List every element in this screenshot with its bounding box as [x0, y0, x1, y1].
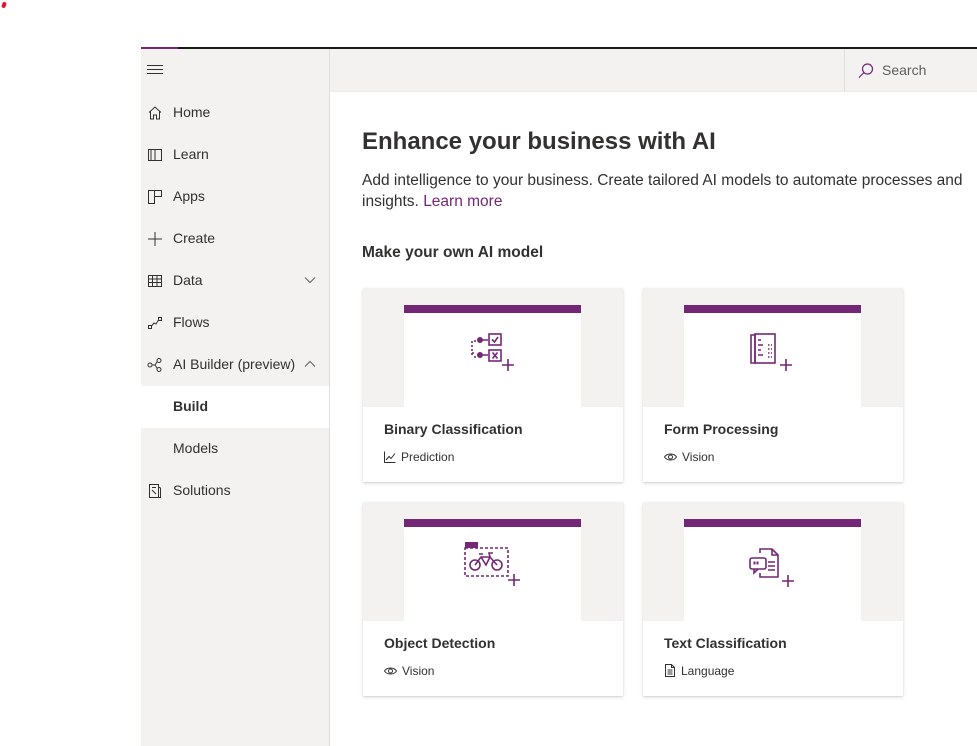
form-processing-icon — [750, 333, 792, 371]
sidebar-item-label: AI Builder (preview) — [173, 356, 296, 372]
page-description: Add intelligence to your business. Creat… — [362, 170, 977, 212]
plus-icon — [148, 232, 162, 246]
table-icon — [148, 275, 162, 287]
card-tag-label: Language — [681, 664, 735, 678]
card-thumbnail — [363, 502, 623, 621]
hamburger-menu-icon[interactable] — [147, 65, 163, 79]
search-box[interactable]: Search — [844, 49, 977, 91]
card-title: Binary Classification — [384, 421, 523, 437]
card-frame — [684, 305, 861, 407]
sidebar-item-label: Solutions — [173, 482, 231, 498]
sidebar-item-label: Apps — [173, 188, 205, 204]
search-icon — [858, 63, 874, 78]
sidebar-item-data[interactable]: Data — [141, 260, 329, 302]
sidebar-item-label: Build — [173, 398, 208, 414]
chevron-up-icon[interactable] — [304, 358, 316, 370]
model-card-text-classification[interactable]: Text Classification Language — [643, 502, 903, 696]
sidebar-item-label: Flows — [173, 314, 210, 330]
red-mark — [1, 1, 7, 9]
card-tag: Vision — [663, 450, 715, 464]
model-card-object-detection[interactable]: Object Detection Vision — [363, 502, 623, 696]
description-text-cont: insights. — [362, 193, 419, 210]
card-thumbnail — [363, 288, 623, 407]
card-accent-bar — [684, 305, 861, 313]
chart-icon — [384, 451, 396, 463]
model-card-binary-classification[interactable]: Binary Classification Prediction — [363, 288, 623, 482]
sidebar-item-build[interactable]: Build — [141, 386, 329, 428]
flow-icon — [148, 317, 162, 329]
card-frame — [404, 305, 581, 407]
model-card-form-processing[interactable]: Form Processing Vision — [643, 288, 903, 482]
text-classification-icon — [749, 548, 794, 587]
apps-icon — [148, 190, 162, 204]
sidebar-item-home[interactable]: Home — [141, 92, 329, 134]
card-frame — [684, 519, 861, 621]
card-tag: Vision — [383, 664, 435, 678]
sidebar-item-solutions[interactable]: Solutions — [141, 470, 329, 512]
card-accent-bar — [684, 519, 861, 527]
card-thumbnail — [643, 288, 903, 407]
card-thumbnail — [643, 502, 903, 621]
card-title: Form Processing — [664, 421, 779, 437]
card-accent-bar — [404, 519, 581, 527]
page-title: Enhance your business with AI — [362, 128, 716, 155]
book-icon — [148, 149, 162, 161]
chevron-down-icon[interactable] — [304, 274, 316, 286]
card-tag-label: Prediction — [401, 450, 455, 464]
sidebar-item-label: Home — [173, 104, 211, 120]
sidebar-item-apps[interactable]: Apps — [141, 176, 329, 218]
card-tag: Language — [664, 664, 734, 678]
card-accent-bar — [404, 305, 581, 313]
card-tag: Prediction — [384, 450, 454, 464]
card-tag-label: Vision — [402, 664, 435, 678]
home-icon — [148, 106, 162, 120]
ai-builder-icon — [147, 358, 162, 372]
description-text: Add intelligence to your business. Creat… — [362, 172, 963, 189]
sidebar: Home Learn Apps Create Data Flows AI Bui… — [141, 49, 330, 746]
object-detection-icon — [464, 542, 520, 586]
sidebar-item-label: Learn — [173, 146, 209, 162]
search-label[interactable]: Search — [882, 62, 926, 78]
eye-icon — [663, 453, 678, 461]
card-frame — [404, 519, 581, 621]
sidebar-item-ai-builder[interactable]: AI Builder (preview) — [141, 344, 329, 386]
sidebar-item-label: Create — [173, 230, 216, 246]
section-title: Make your own AI model — [362, 244, 544, 261]
sidebar-item-learn[interactable]: Learn — [141, 134, 329, 176]
card-tag-label: Vision — [682, 450, 715, 464]
sidebar-item-models[interactable]: Models — [141, 428, 329, 470]
main-content: Enhance your business with AI Add intell… — [330, 92, 977, 746]
learn-more-link[interactable]: Learn more — [423, 193, 502, 210]
card-title: Object Detection — [384, 635, 496, 651]
solutions-icon — [149, 484, 161, 498]
card-title: Text Classification — [664, 635, 787, 651]
document-icon — [665, 664, 675, 677]
binary-classification-icon — [471, 333, 514, 371]
sidebar-item-label: Data — [173, 272, 203, 288]
eye-icon — [383, 667, 398, 675]
command-bar: Search — [330, 49, 977, 92]
sidebar-item-create[interactable]: Create — [141, 218, 329, 260]
sidebar-item-flows[interactable]: Flows — [141, 302, 329, 344]
sidebar-item-label: Models — [173, 440, 219, 456]
